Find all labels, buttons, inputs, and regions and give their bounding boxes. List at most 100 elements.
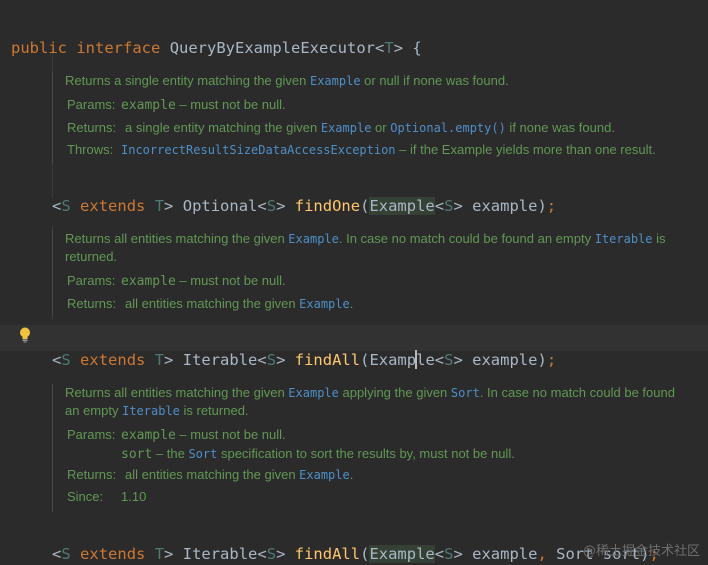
doc-text: is returned.	[179, 403, 249, 418]
angle-open: <	[434, 545, 445, 563]
doc-link[interactable]: Example	[288, 232, 339, 246]
param-name: example	[462, 545, 538, 563]
doc-returns-row: Returns: all entities matching the given…	[67, 464, 693, 486]
doc-link[interactable]: Sort	[451, 386, 480, 400]
watermark: @稀土掘金技术社区	[582, 544, 700, 559]
throws-label: Throws:	[67, 142, 114, 157]
params-label: Params:	[67, 427, 116, 442]
param-name: example)	[462, 197, 547, 215]
returns-label: Returns:	[67, 467, 117, 482]
doc-text: a single entity matching the given	[125, 120, 321, 135]
doc-since-row: Since: 1.10	[67, 486, 693, 508]
doc-description: Returns a single entity matching the giv…	[65, 72, 693, 90]
type-parameter: S	[61, 197, 71, 215]
angle-open: <	[257, 197, 267, 215]
param-type: Example	[369, 545, 435, 563]
method-name: findAll	[294, 545, 361, 563]
doc-link[interactable]: Sort	[188, 447, 217, 461]
params-label: Params:	[67, 97, 116, 112]
doc-link[interactable]: Example	[310, 74, 361, 88]
semicolon: ;	[546, 197, 557, 215]
method-findAll[interactable]: <S extends T> Iterable<S> findAll(Exampl…	[52, 327, 556, 371]
type-parameter: S	[266, 197, 277, 215]
doc-params-row: Params: example – must not be null.	[67, 270, 693, 293]
javadoc-findAll-sort[interactable]: Returns all entities matching the given …	[52, 384, 693, 512]
doc-link[interactable]: Example	[321, 121, 372, 135]
doc-text: – must not be null.	[175, 273, 286, 288]
doc-text: all entities matching the given	[125, 467, 300, 482]
interface-declaration[interactable]: public interface QueryByExampleExecutor<…	[11, 15, 422, 59]
doc-link[interactable]: Optional.empty()	[390, 121, 506, 135]
doc-text: – must not be null.	[175, 97, 286, 112]
angle-open: <	[52, 545, 62, 563]
angle-close: >	[164, 197, 174, 215]
param-name: example)	[462, 351, 547, 369]
doc-text: Returns all entities matching the given	[65, 231, 289, 246]
doc-returns-row: Returns: a single entity matching the gi…	[67, 117, 693, 139]
semicolon: ;	[546, 351, 557, 369]
doc-link[interactable]: Example	[299, 297, 350, 311]
javadoc-findAll[interactable]: Returns all entities matching the given …	[52, 230, 693, 315]
angle-open: <	[257, 351, 267, 369]
doc-text: – the	[152, 446, 189, 461]
doc-params-row: Params: example – must not be null. sort…	[67, 426, 693, 464]
open-brace: {	[403, 39, 422, 57]
keyword-interface: interface	[76, 39, 161, 57]
angle-open: <	[52, 197, 62, 215]
type-parameter: S	[266, 545, 277, 563]
param-type: Example	[369, 197, 435, 215]
doc-description: Returns all entities matching the given …	[65, 230, 693, 266]
param-name: sort	[121, 447, 153, 462]
param-type: le	[416, 351, 435, 369]
comma: ,	[537, 545, 547, 563]
return-type: Iterable	[182, 351, 258, 369]
doc-text: . In case no match could be found an emp…	[338, 231, 595, 246]
angle-close: >	[164, 545, 174, 563]
doc-text: applying the given	[338, 385, 451, 400]
param-name: example	[121, 274, 176, 289]
method-findAll-sort[interactable]: <S extends T> Iterable<S> findAll(Exampl…	[52, 521, 659, 565]
angle-close: >	[393, 39, 404, 57]
type-parameter: S	[266, 351, 277, 369]
param-type: Examp	[369, 351, 417, 369]
doc-params-row: Params: example – must not be null.	[67, 94, 693, 117]
lightbulb-icon[interactable]	[19, 327, 31, 343]
doc-text: – must not be null.	[175, 427, 286, 442]
angle-close: >	[276, 351, 286, 369]
doc-link[interactable]: Iterable	[595, 232, 653, 246]
angle-open: <	[52, 351, 62, 369]
angle-open: <	[257, 545, 267, 563]
doc-text: specification to sort the results by, mu…	[217, 446, 515, 461]
type-parameter: T	[154, 197, 165, 215]
returns-label: Returns:	[67, 296, 117, 311]
params-label: Params:	[67, 273, 116, 288]
doc-returns-row: Returns: all entities matching the given…	[67, 293, 693, 315]
doc-link[interactable]: Iterable	[122, 404, 180, 418]
method-name: findAll	[294, 351, 361, 369]
angle-close: >	[276, 545, 286, 563]
param-name: example	[121, 428, 176, 443]
angle-close: >	[164, 351, 174, 369]
keyword-public: public	[11, 39, 67, 57]
type-parameter: T	[154, 351, 165, 369]
doc-text: .	[349, 467, 354, 482]
return-type: Optional	[182, 197, 258, 215]
type-parameter: S	[61, 351, 71, 369]
method-name: findOne	[294, 197, 361, 215]
keyword-extends: extends	[80, 351, 146, 369]
doc-link[interactable]: IncorrectResultSizeDataAccessException	[121, 143, 396, 157]
method-findOne[interactable]: <S extends T> Optional<S> findOne(Exampl…	[52, 173, 556, 217]
angle-close: >	[453, 545, 463, 563]
doc-link[interactable]: Example	[299, 468, 350, 482]
returns-label: Returns:	[67, 120, 117, 135]
doc-link[interactable]: Example	[288, 386, 339, 400]
doc-text: .	[349, 296, 354, 311]
doc-text: Returns a single entity matching the giv…	[65, 73, 310, 88]
keyword-extends: extends	[80, 545, 146, 563]
return-type: Iterable	[182, 545, 258, 563]
doc-text: all entities matching the given	[125, 296, 300, 311]
angle-open: <	[375, 39, 385, 57]
doc-text: – if the Example yields more than one re…	[395, 142, 656, 157]
javadoc-findOne[interactable]: Returns a single entity matching the giv…	[52, 72, 693, 164]
angle-close: >	[453, 351, 463, 369]
